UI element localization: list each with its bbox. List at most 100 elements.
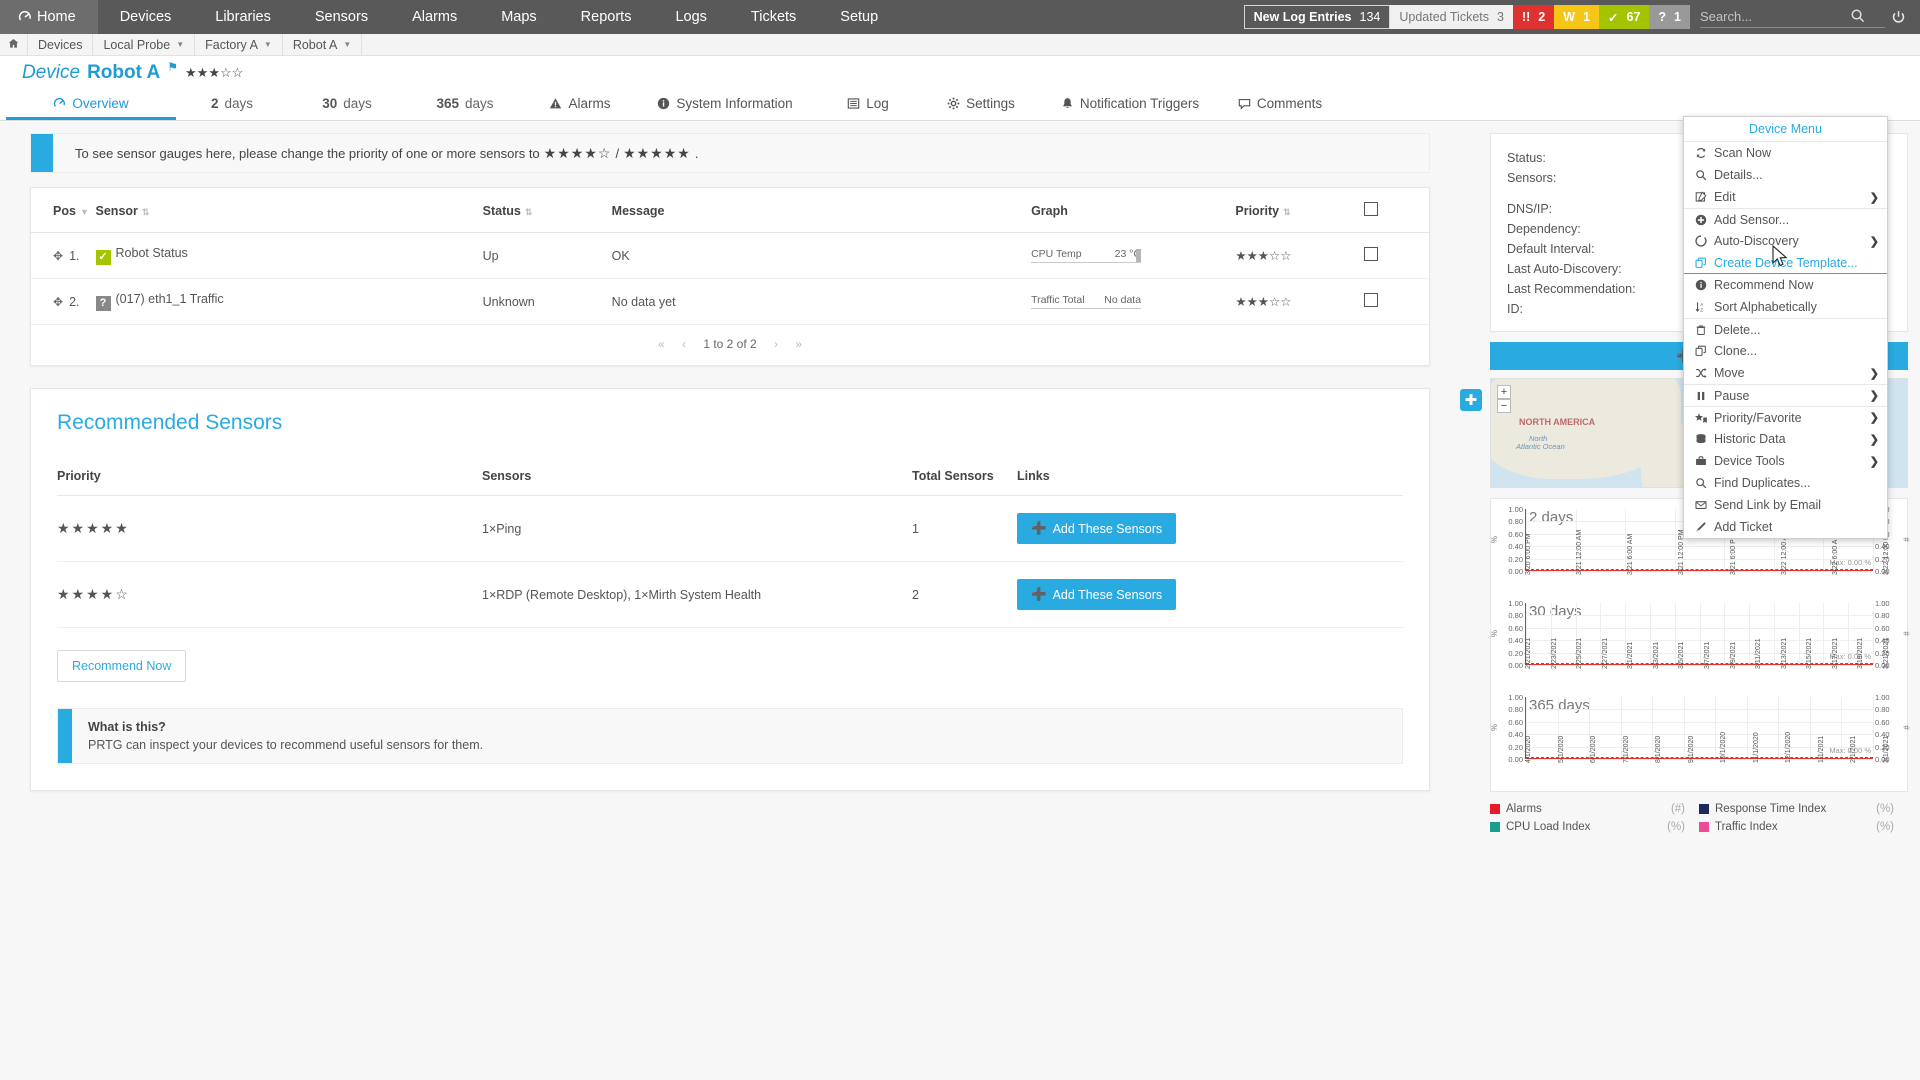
device-menu-item-device-tools[interactable]: Device Tools❯: [1684, 450, 1887, 472]
mail-icon: [1692, 499, 1710, 511]
power-icon[interactable]: [1885, 10, 1912, 25]
col-priority[interactable]: Priority⇅: [1235, 188, 1364, 233]
tab-365-days[interactable]: 365days: [406, 89, 524, 120]
tab-alarms[interactable]: Alarms: [524, 89, 636, 120]
device-priority-stars[interactable]: ★★★☆☆: [185, 65, 243, 81]
row-sensor-label[interactable]: Robot Status: [116, 246, 188, 260]
nav-item-logs[interactable]: Logs: [653, 0, 728, 34]
tab-comments[interactable]: Comments: [1220, 89, 1340, 120]
device-menu-item-add-ticket[interactable]: Add Ticket: [1684, 516, 1887, 538]
table-row[interactable]: ✥1.✓Robot StatusUpOKCPU Temp23 °C★★★☆☆: [31, 233, 1429, 279]
add-these-sensors-button[interactable]: ➕Add These Sensors: [1017, 513, 1176, 544]
device-menu-item-pause[interactable]: Pause❯: [1684, 384, 1887, 406]
device-menu-item-clone[interactable]: Clone...: [1684, 340, 1887, 362]
map-zoom-out-button[interactable]: −: [1497, 399, 1511, 413]
breadcrumb-item-local-probe[interactable]: Local Probe▼: [93, 34, 195, 56]
device-menu-item-priority-favorite[interactable]: Priority/Favorite❯: [1684, 406, 1887, 428]
graph-xtick: 3/21 6:00 AM: [1627, 534, 1634, 575]
device-menu-item-recommend-now[interactable]: Recommend Now: [1684, 274, 1887, 296]
tab-settings[interactable]: Settings: [922, 89, 1040, 120]
device-menu-item-delete[interactable]: Delete...: [1684, 318, 1887, 340]
nav-item-alarms[interactable]: Alarms: [390, 0, 479, 34]
row-graph[interactable]: CPU Temp23 °C: [1031, 233, 1235, 279]
badge-alarms-down[interactable]: !!2: [1513, 5, 1554, 29]
device-menu-item-add-sensor[interactable]: Add Sensor...: [1684, 208, 1887, 230]
tab-30-days[interactable]: 30days: [288, 89, 406, 120]
col-select-all[interactable]: [1364, 188, 1429, 233]
row-checkbox[interactable]: [1364, 247, 1378, 261]
recommend-now-button[interactable]: Recommend Now: [57, 650, 186, 682]
pager-next[interactable]: ›: [774, 337, 778, 351]
select-all-checkbox[interactable]: [1364, 202, 1378, 216]
badge-new-log-entries[interactable]: New Log Entries134: [1244, 5, 1391, 29]
nav-item-setup[interactable]: Setup: [818, 0, 900, 34]
search-icon[interactable]: [1850, 8, 1865, 26]
row-checkbox-cell[interactable]: [1364, 279, 1429, 325]
drag-handle-icon[interactable]: ✥: [53, 295, 63, 309]
breadcrumb-item-robot-a[interactable]: Robot A▼: [283, 34, 362, 56]
chevron-down-icon[interactable]: ▼: [343, 40, 351, 49]
search-box[interactable]: [1700, 6, 1885, 28]
nav-item-maps[interactable]: Maps: [479, 0, 558, 34]
row-sensor-label[interactable]: (017) eth1_1 Traffic: [116, 292, 224, 306]
row-priority[interactable]: ★★★☆☆: [1235, 233, 1364, 279]
tab-notification-triggers[interactable]: Notification Triggers: [1040, 89, 1220, 120]
row-priority[interactable]: ★★★☆☆: [1235, 279, 1364, 325]
nav-item-libraries[interactable]: Libraries: [193, 0, 293, 34]
nav-item-devices[interactable]: Devices: [98, 0, 194, 34]
badge-updated-tickets[interactable]: Updated Tickets3: [1390, 5, 1513, 29]
nav-item-tickets[interactable]: Tickets: [729, 0, 818, 34]
badge-alarms-unknown[interactable]: ?1: [1649, 5, 1690, 29]
device-menu-item-historic-data[interactable]: Historic Data❯: [1684, 428, 1887, 450]
breadcrumb-item-devices[interactable]: Devices: [28, 34, 93, 56]
device-menu-item-edit[interactable]: Edit❯: [1684, 186, 1887, 208]
col-sensor[interactable]: Sensor⇅: [96, 188, 483, 233]
badge-alarms-up[interactable]: ✓67: [1599, 5, 1649, 29]
add-these-sensors-button[interactable]: ➕Add These Sensors: [1017, 579, 1176, 610]
map-zoom-controls[interactable]: + −: [1497, 385, 1511, 413]
col-message[interactable]: Message: [612, 188, 1031, 233]
row-graph[interactable]: Traffic TotalNo data: [1031, 279, 1235, 325]
add-these-sensors-label: Add These Sensors: [1053, 522, 1163, 536]
pager-prev[interactable]: ‹: [682, 337, 686, 351]
drag-handle-icon[interactable]: ✥: [53, 249, 63, 263]
pager-first[interactable]: «: [658, 337, 665, 351]
tab-2-days[interactable]: 2days: [176, 89, 288, 120]
device-menu-item-find-duplicates[interactable]: Find Duplicates...: [1684, 472, 1887, 494]
breadcrumb-item-factory-a[interactable]: Factory A▼: [195, 34, 283, 56]
row-position[interactable]: ✥1.: [31, 233, 96, 279]
device-menu-item-move[interactable]: Move❯: [1684, 362, 1887, 384]
device-menu-item-details[interactable]: Details...: [1684, 164, 1887, 186]
tab-log[interactable]: Log: [814, 89, 922, 120]
breadcrumb-home[interactable]: [0, 34, 28, 56]
flag-icon[interactable]: ⚑: [167, 60, 178, 74]
row-sensor[interactable]: ✓Robot Status: [96, 233, 483, 279]
chevron-right-icon: ❯: [1870, 367, 1879, 380]
device-menu-item-send-link-by-email[interactable]: Send Link by Email: [1684, 494, 1887, 516]
rec-total: 1: [912, 496, 1017, 562]
graph-xtick: 3/21 6:00 PM: [1730, 533, 1737, 575]
pager-last[interactable]: »: [795, 337, 802, 351]
row-checkbox-cell[interactable]: [1364, 233, 1429, 279]
chevron-down-icon[interactable]: ▼: [264, 40, 272, 49]
row-checkbox[interactable]: [1364, 293, 1378, 307]
badge-count: 67: [1627, 10, 1641, 24]
col-pos[interactable]: Pos▼: [31, 188, 96, 233]
tab-overview[interactable]: Overview: [6, 89, 176, 120]
badge-alarms-warning[interactable]: W1: [1554, 5, 1599, 29]
nav-item-home[interactable]: Home: [0, 0, 98, 34]
nav-item-reports[interactable]: Reports: [559, 0, 654, 34]
map-zoom-in-button[interactable]: +: [1497, 385, 1511, 399]
device-menu-item-sort-alphabetically[interactable]: AZSort Alphabetically: [1684, 296, 1887, 318]
table-row[interactable]: ✥2.?(017) eth1_1 TrafficUnknownNo data y…: [31, 279, 1429, 325]
row-sensor[interactable]: ?(017) eth1_1 Traffic: [96, 279, 483, 325]
search-input[interactable]: [1700, 9, 1850, 24]
col-status[interactable]: Status⇅: [483, 188, 612, 233]
row-position[interactable]: ✥2.: [31, 279, 96, 325]
nav-item-sensors[interactable]: Sensors: [293, 0, 390, 34]
add-panel-button[interactable]: ✚: [1460, 389, 1482, 411]
what-title: What is this?: [88, 720, 483, 734]
tab-system-information[interactable]: System Information: [636, 89, 814, 120]
chevron-down-icon[interactable]: ▼: [176, 40, 184, 49]
device-menu-item-scan-now[interactable]: Scan Now: [1684, 142, 1887, 164]
